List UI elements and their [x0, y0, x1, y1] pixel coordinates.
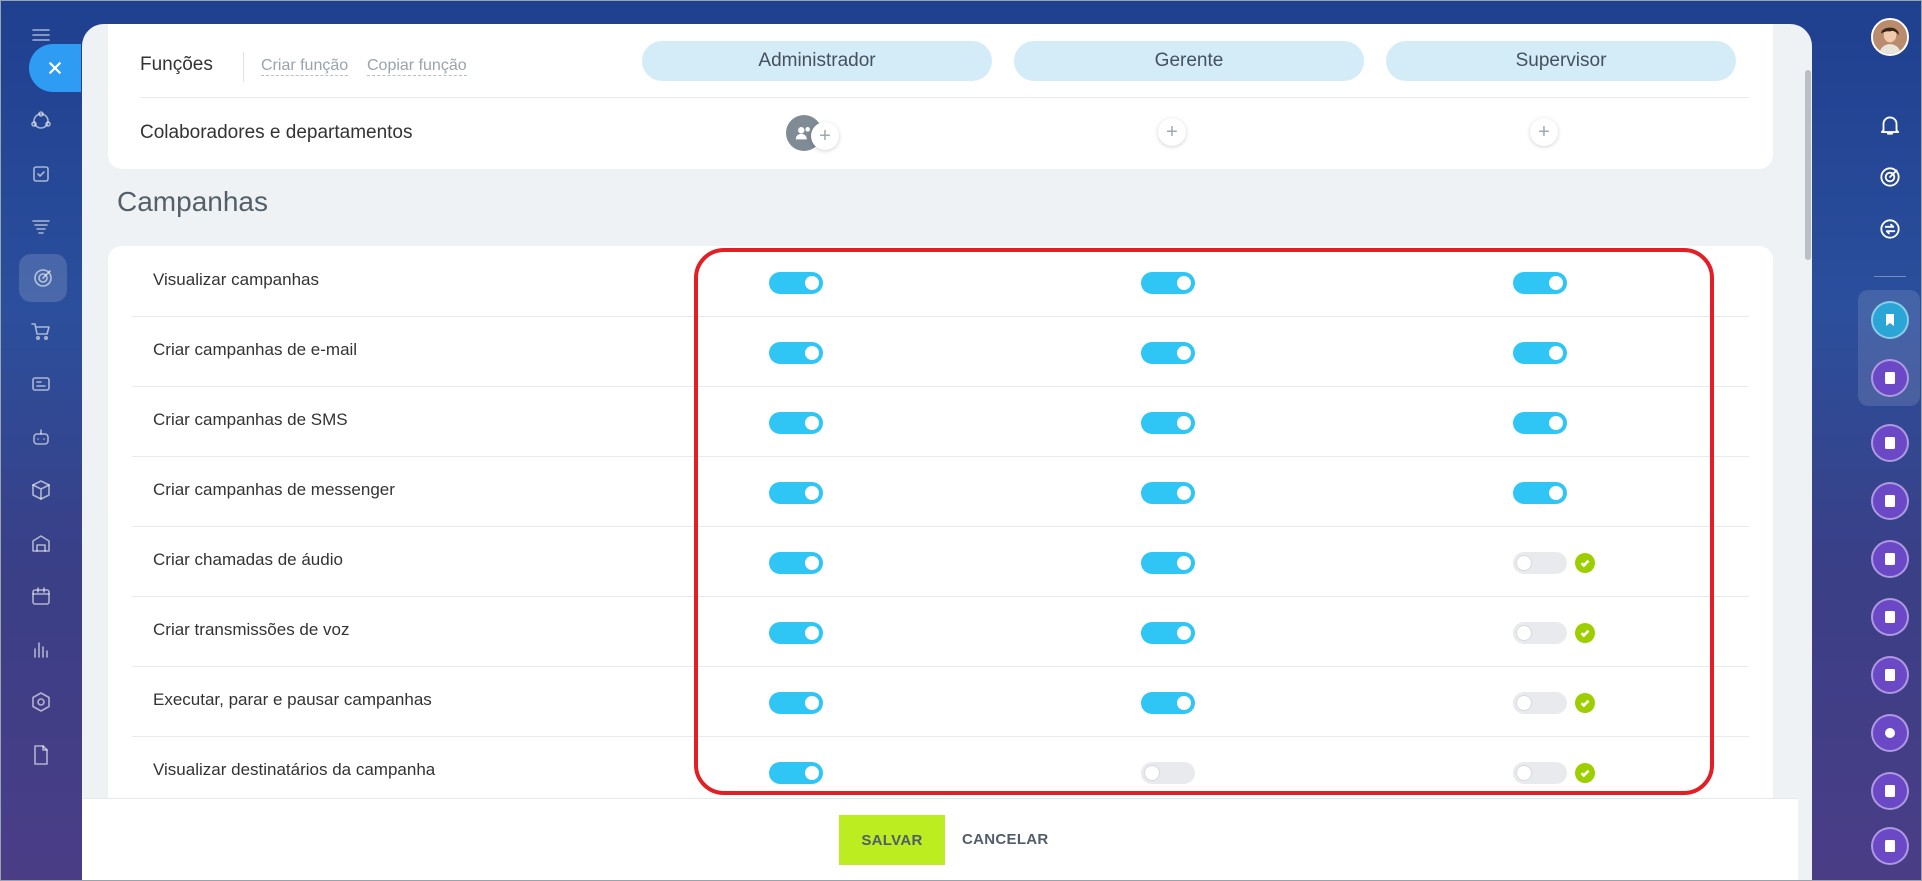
- robot-icon[interactable]: [24, 420, 58, 454]
- permission-toggle[interactable]: [1513, 622, 1567, 644]
- contact-icon[interactable]: [1871, 772, 1909, 810]
- role-gerente[interactable]: Gerente: [1014, 41, 1364, 81]
- permission-label: Visualizar campanhas: [153, 270, 319, 289]
- permission-toggle[interactable]: [1141, 342, 1195, 364]
- contact-icon[interactable]: [1871, 540, 1909, 578]
- target-icon[interactable]: [1873, 160, 1907, 194]
- contact-icon[interactable]: [1871, 598, 1909, 636]
- role-administrador[interactable]: Administrador: [642, 41, 992, 81]
- copy-role-link[interactable]: Copiar função: [367, 57, 467, 76]
- roles-card: Funções Criar função Copiar função Admin…: [108, 24, 1773, 169]
- permission-label: Criar campanhas de e-mail: [153, 340, 358, 359]
- permission-toggle[interactable]: [769, 272, 823, 294]
- save-button[interactable]: SALVAR: [839, 815, 945, 865]
- calendar-icon[interactable]: [24, 579, 58, 613]
- main-panel: Funções Criar função Copiar função Admin…: [82, 24, 1812, 881]
- permission-toggle[interactable]: [769, 552, 823, 574]
- permission-label: Criar transmissões de voz: [153, 620, 350, 639]
- permission-label: Executar, parar e pausar campanhas: [153, 690, 432, 709]
- permission-toggle[interactable]: [1513, 412, 1567, 434]
- close-icon: [48, 61, 62, 75]
- permission-toggle[interactable]: [1141, 272, 1195, 294]
- tasks-icon[interactable]: [24, 157, 58, 191]
- divider: [1874, 276, 1906, 277]
- permission-toggle[interactable]: [1513, 762, 1567, 784]
- permission-row: Visualizar campanhas: [132, 246, 1749, 317]
- divider: [140, 97, 1749, 98]
- close-button[interactable]: [29, 44, 81, 92]
- permission-row: Criar chamadas de áudio: [132, 526, 1749, 597]
- document-icon[interactable]: [24, 738, 58, 772]
- permission-row: Visualizar destinatários da campanha: [132, 736, 1749, 807]
- settings-hex-icon[interactable]: [24, 685, 58, 719]
- permission-toggle[interactable]: [1513, 272, 1567, 294]
- permission-toggle[interactable]: [1141, 552, 1195, 574]
- permission-row: Criar campanhas de messenger: [132, 456, 1749, 527]
- permission-label: Criar campanhas de messenger: [153, 480, 395, 499]
- footer: SALVAR CANCELAR: [82, 798, 1798, 881]
- cart-icon[interactable]: [24, 314, 58, 348]
- check-icon: [1575, 693, 1595, 713]
- avatar[interactable]: [1871, 18, 1909, 56]
- permission-toggle[interactable]: [769, 762, 823, 784]
- left-sidebar: [0, 0, 82, 881]
- check-icon: [1575, 623, 1595, 643]
- contact-icon[interactable]: [1871, 482, 1909, 520]
- permission-toggle[interactable]: [1141, 482, 1195, 504]
- box-icon[interactable]: [24, 473, 58, 507]
- permission-toggle[interactable]: [1141, 692, 1195, 714]
- permission-toggle[interactable]: [1513, 482, 1567, 504]
- contact-icon[interactable]: [1871, 656, 1909, 694]
- sync-chat-icon[interactable]: [1873, 212, 1907, 246]
- right-sidebar: [1812, 0, 1922, 881]
- divider: [243, 52, 244, 82]
- permission-toggle[interactable]: [1513, 552, 1567, 574]
- permission-toggle[interactable]: [1513, 692, 1567, 714]
- role-supervisor[interactable]: Supervisor: [1386, 41, 1736, 81]
- section-title: Campanhas: [117, 186, 268, 217]
- permissions-card: Visualizar campanhas Criar campanhas de e…: [108, 246, 1773, 881]
- bell-icon[interactable]: [1873, 108, 1907, 142]
- permission-label: Visualizar destinatários da campanha: [153, 760, 436, 779]
- add-assignee-button[interactable]: +: [811, 122, 839, 150]
- permission-toggle[interactable]: [769, 482, 823, 504]
- permission-toggle[interactable]: [1141, 412, 1195, 434]
- cancel-button[interactable]: CANCELAR: [962, 831, 1049, 848]
- add-assignee-button[interactable]: +: [1530, 118, 1558, 146]
- permission-toggle[interactable]: [1513, 342, 1567, 364]
- permission-row: Executar, parar e pausar campanhas: [132, 666, 1749, 737]
- scrollbar[interactable]: [1805, 70, 1811, 260]
- crm-icon[interactable]: [24, 104, 58, 138]
- bookmark-icon[interactable]: [1871, 301, 1909, 339]
- assignees-label: Colaboradores e departamentos: [140, 122, 413, 143]
- permission-toggle[interactable]: [769, 412, 823, 434]
- permission-row: Criar transmissões de voz: [132, 596, 1749, 667]
- page-title: Funções: [140, 54, 213, 75]
- contact-icon[interactable]: [1871, 359, 1909, 397]
- add-assignee-button[interactable]: +: [1158, 118, 1186, 146]
- permission-label: Criar campanhas de SMS: [153, 410, 348, 429]
- permission-toggle[interactable]: [769, 342, 823, 364]
- create-role-link[interactable]: Criar função: [261, 57, 349, 76]
- funnel-icon[interactable]: [24, 210, 58, 244]
- permission-label: Criar chamadas de áudio: [153, 550, 343, 569]
- permission-toggle[interactable]: [1141, 622, 1195, 644]
- contact-icon[interactable]: [1871, 714, 1909, 752]
- contact-icon[interactable]: [1871, 827, 1909, 865]
- warehouse-icon[interactable]: [24, 526, 58, 560]
- permission-toggle[interactable]: [769, 622, 823, 644]
- target-icon[interactable]: [19, 254, 67, 302]
- permission-toggle[interactable]: [769, 692, 823, 714]
- check-icon: [1575, 763, 1595, 783]
- contact-center-icon[interactable]: [24, 367, 58, 401]
- contact-icon[interactable]: [1871, 424, 1909, 462]
- check-icon: [1575, 553, 1595, 573]
- permission-row: Criar campanhas de e-mail: [132, 316, 1749, 387]
- analytics-icon[interactable]: [24, 632, 58, 666]
- permission-toggle[interactable]: [1141, 762, 1195, 784]
- permission-row: Criar campanhas de SMS: [132, 386, 1749, 457]
